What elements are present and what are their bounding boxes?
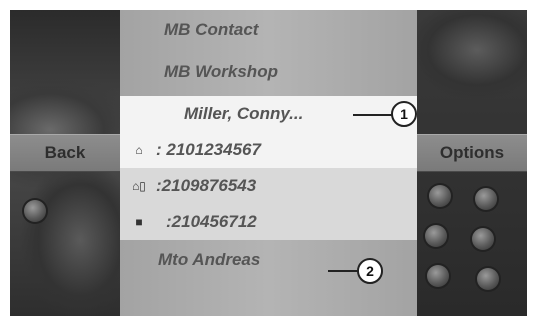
list-item-label: MB Workshop (164, 62, 278, 81)
phone-number: : 2101234567 (156, 140, 261, 159)
phone-number-row[interactable]: ⌂ : 2101234567 (120, 132, 417, 168)
list-item-label: Mto Andreas (158, 250, 261, 269)
display-screen: Back Options MB Contact MB Workshop Mill… (10, 10, 527, 316)
list-item[interactable]: MB Contact (120, 12, 417, 48)
phone-number: :210456712 (166, 212, 257, 231)
phone-number-row[interactable]: ■ :210456712 (120, 204, 417, 240)
callout-leader-line (353, 114, 393, 116)
back-button[interactable]: Back (10, 134, 120, 172)
home-mobile-icon: ⌂▯ (132, 179, 146, 193)
callout-marker: 1 (391, 101, 417, 127)
home-phone-icon: ⌂ (135, 143, 143, 157)
knob-icon (472, 228, 494, 250)
callout-leader-line (328, 270, 358, 272)
knob-icon (475, 188, 497, 210)
list-item[interactable]: MB Workshop (120, 54, 417, 90)
office-phone-icon: ■ (135, 215, 143, 229)
phone-number: :2109876543 (156, 176, 257, 195)
knob-icon (429, 185, 451, 207)
list-item-label: MB Contact (164, 20, 259, 39)
options-button[interactable]: Options (417, 134, 527, 172)
knob-icon (427, 265, 449, 287)
knob-icon (425, 225, 447, 247)
callout-marker: 2 (357, 258, 383, 284)
contact-name: Miller, Conny... (184, 104, 304, 123)
phone-number-row[interactable]: ⌂▯ :2109876543 (120, 168, 417, 204)
knob-icon (477, 268, 499, 290)
knob-icon (24, 200, 46, 222)
